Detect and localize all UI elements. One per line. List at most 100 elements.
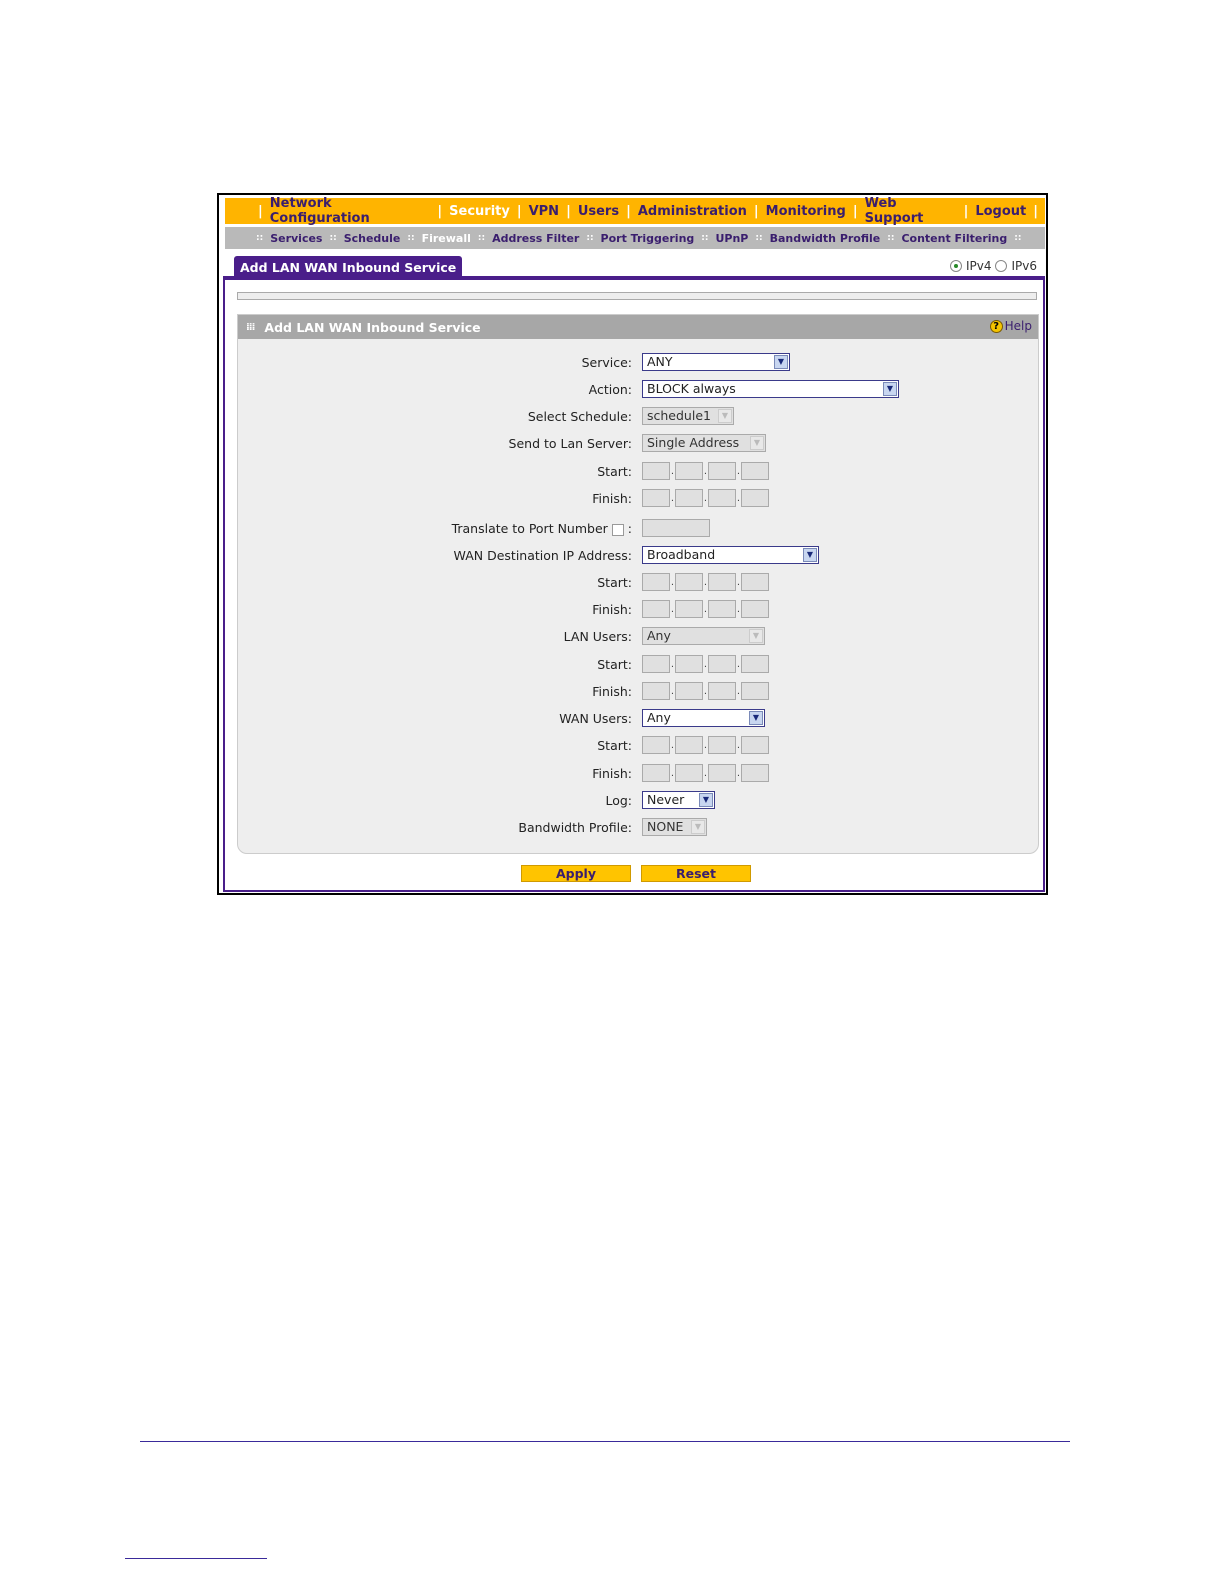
subnav-services[interactable]: Services [270, 232, 322, 245]
lan-users-value: Any [647, 628, 671, 643]
ip-octet-field[interactable] [708, 489, 736, 507]
subnav-schedule[interactable]: Schedule [344, 232, 401, 245]
row-lan-users-start: Start: ... [238, 655, 1038, 675]
ip-octet-field[interactable] [741, 462, 769, 480]
row-lan-start: Start: ... [238, 462, 1038, 482]
log-label: Log: [605, 793, 632, 808]
ip-octet-field[interactable] [741, 682, 769, 700]
lan-users-label: LAN Users: [563, 629, 632, 644]
nav-monitoring[interactable]: Monitoring [766, 204, 846, 219]
ip-octet-field[interactable] [642, 655, 670, 673]
wan-users-value: Any [647, 710, 671, 725]
tab-row: Add LAN WAN Inbound Service IPv4 IPv6 [233, 256, 1045, 278]
send-to-lan-select[interactable]: Single Address ▼ [642, 434, 766, 452]
nav-administration[interactable]: Administration [638, 204, 747, 219]
nav-vpn[interactable]: VPN [529, 204, 559, 219]
ip-octet-field[interactable] [708, 573, 736, 591]
action-select[interactable]: BLOCK always ▼ [642, 380, 899, 398]
apply-button[interactable]: Apply [521, 865, 631, 882]
ip-octet-field[interactable] [675, 655, 703, 673]
footer-rule [140, 1441, 1070, 1442]
ip-octet-field[interactable] [642, 600, 670, 618]
wan-users-finish-label: Finish: [592, 766, 632, 781]
wan-dest-select[interactable]: Broadband ▼ [642, 546, 819, 564]
ip-octet-field[interactable] [741, 600, 769, 618]
ip-octet-field[interactable] [675, 489, 703, 507]
schedule-label: Select Schedule: [527, 409, 632, 424]
ip-octet-field[interactable] [708, 764, 736, 782]
subnav-content-filtering[interactable]: Content Filtering [901, 232, 1007, 245]
ip-octet-field[interactable] [741, 573, 769, 591]
row-wan-users: WAN Users: Any ▼ [238, 709, 1038, 729]
ipv4-radio[interactable] [949, 260, 962, 272]
ip-octet-field[interactable] [741, 736, 769, 754]
nav-network-configuration[interactable]: Network Configuration [270, 196, 431, 226]
ip-octet-field[interactable] [741, 655, 769, 673]
nav-separator: | [258, 203, 263, 219]
nav-security[interactable]: Security [449, 204, 510, 219]
ip-octet-field[interactable] [708, 736, 736, 754]
chevron-down-icon: ▼ [774, 355, 788, 369]
ip-octet-field[interactable] [708, 600, 736, 618]
bandwidth-select[interactable]: NONE ▼ [642, 818, 707, 836]
lan-finish-ip: ... [642, 489, 769, 507]
translate-checkbox[interactable] [611, 523, 624, 536]
tab-add-lan-wan-inbound[interactable]: Add LAN WAN Inbound Service [234, 256, 462, 278]
translate-port-field[interactable] [642, 519, 710, 537]
ipv6-radio[interactable] [995, 260, 1008, 272]
ip-octet-field[interactable] [675, 573, 703, 591]
translate-label: Translate to Port Number : [452, 521, 632, 536]
schedule-select[interactable]: schedule1 ▼ [642, 407, 734, 425]
ip-octet-field[interactable] [675, 462, 703, 480]
row-bandwidth: Bandwidth Profile: NONE ▼ [238, 818, 1038, 838]
nav-web-support[interactable]: Web Support [865, 196, 957, 226]
ip-octet-field[interactable] [708, 682, 736, 700]
reset-button[interactable]: Reset [641, 865, 751, 882]
ip-octet-field[interactable] [642, 489, 670, 507]
lan-start-ip: ... [642, 462, 769, 480]
help-label: Help [1004, 319, 1032, 333]
bandwidth-value: NONE [647, 819, 684, 834]
ip-octet-field[interactable] [675, 764, 703, 782]
lan-users-select[interactable]: Any ▼ [642, 627, 765, 645]
subnav-port-triggering[interactable]: Port Triggering [601, 232, 695, 245]
subnav-address-filter[interactable]: Address Filter [492, 232, 579, 245]
chevron-down-icon: ▼ [699, 793, 713, 807]
ip-octet-field[interactable] [642, 573, 670, 591]
wan-dest-label: WAN Destination IP Address: [453, 548, 632, 563]
section-header: ⁞⁞⁞ Add LAN WAN Inbound Service ? Help [238, 315, 1038, 339]
row-schedule: Select Schedule: schedule1 ▼ [238, 407, 1038, 427]
lan-users-finish-ip: ... [642, 682, 769, 700]
ip-octet-field[interactable] [708, 655, 736, 673]
ip-octet-field[interactable] [741, 489, 769, 507]
lan-start-label: Start: [597, 464, 632, 479]
ip-octet-field[interactable] [708, 462, 736, 480]
ip-octet-field[interactable] [675, 682, 703, 700]
subnav-upnp[interactable]: UPnP [715, 232, 748, 245]
wan-users-finish-ip: ... [642, 764, 769, 782]
ip-octet-field[interactable] [642, 736, 670, 754]
ip-octet-field[interactable] [642, 682, 670, 700]
help-icon: ? [989, 319, 1003, 333]
subnav-firewall[interactable]: Firewall [422, 232, 471, 245]
ip-octet-field[interactable] [675, 600, 703, 618]
ip-octet-field[interactable] [741, 764, 769, 782]
wan-dest-start-ip: ... [642, 573, 769, 591]
help-link[interactable]: ? Help [989, 319, 1032, 333]
ip-octet-field[interactable] [642, 462, 670, 480]
wan-users-start-ip: ... [642, 736, 769, 754]
service-select[interactable]: ANY ▼ [642, 353, 790, 371]
wan-users-select[interactable]: Any ▼ [642, 709, 765, 727]
log-select[interactable]: Never ▼ [642, 791, 715, 809]
row-wan-dest-finish: Finish: ... [238, 600, 1038, 620]
ip-octet-field[interactable] [642, 764, 670, 782]
nav-logout[interactable]: Logout [975, 204, 1026, 219]
footer-link-underline [125, 1558, 267, 1559]
nav-separator: | [566, 203, 571, 219]
row-service: Service: ANY ▼ [238, 353, 1038, 373]
subnav-bandwidth-profile[interactable]: Bandwidth Profile [770, 232, 881, 245]
grip-icon: ⁞⁞⁞ [246, 321, 255, 333]
ip-octet-field[interactable] [675, 736, 703, 754]
nav-separator: :: [701, 233, 709, 243]
nav-users[interactable]: Users [578, 204, 619, 219]
